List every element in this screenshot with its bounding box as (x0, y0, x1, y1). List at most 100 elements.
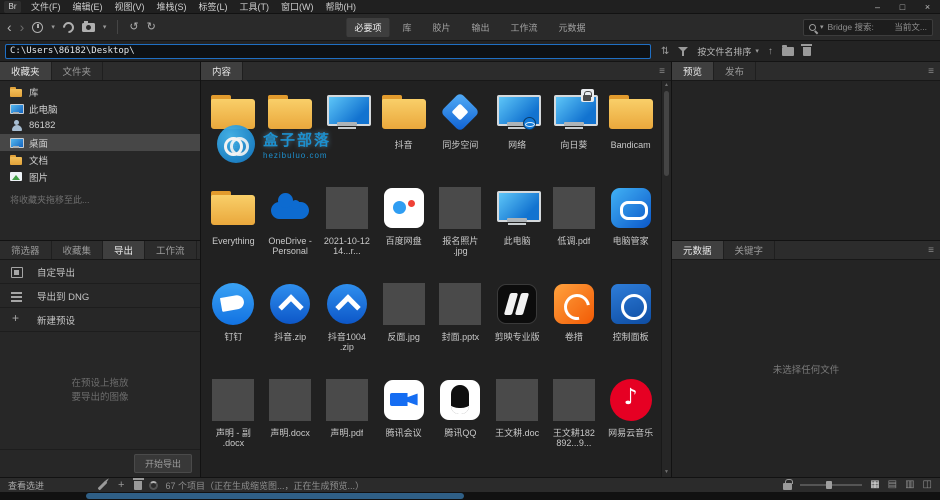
workspace-tab[interactable]: 库 (394, 18, 419, 37)
sort-dropdown[interactable]: 按文件名排序 ▾ (697, 45, 759, 58)
path-input[interactable]: C:\Users\86182\Desktop\ (5, 44, 651, 59)
menu-item[interactable]: 视图(V) (109, 0, 151, 13)
menu-item[interactable]: 工具(T) (234, 0, 276, 13)
trash-icon[interactable] (134, 481, 142, 490)
search-box[interactable]: ▾ Bridge 搜索: 当前文... (803, 19, 933, 36)
search-scope[interactable]: 当前文... (894, 21, 927, 33)
panel-tab[interactable]: 文件夹 (52, 62, 104, 80)
panel-tab[interactable]: 发布 (714, 62, 756, 80)
workspace-tab[interactable]: 工作流 (503, 18, 546, 37)
menu-item[interactable]: 标签(L) (193, 0, 234, 13)
file-item[interactable]: 声明 - 副 .docx (205, 375, 262, 471)
file-item[interactable]: 王文耕182 892...9... (546, 375, 603, 471)
sort-direction-button[interactable]: ↑ (768, 46, 773, 57)
panel-tab[interactable]: 预览 (672, 62, 714, 80)
sidebar-item[interactable]: 库 (0, 83, 200, 100)
workspace-tab[interactable]: 元数据 (551, 18, 594, 37)
menu-item[interactable]: 窗口(W) (275, 0, 320, 13)
file-item[interactable]: 反面.jpg (375, 279, 432, 375)
scroll-up-icon[interactable]: ▲ (662, 81, 671, 90)
file-item[interactable]: 报名照片 .jpg (432, 183, 489, 279)
panel-tab[interactable]: 导出 (103, 241, 145, 259)
sidebar-item[interactable]: 图片 (0, 168, 200, 185)
close-button[interactable]: × (915, 0, 940, 13)
file-item[interactable]: 同步空间 (432, 87, 489, 183)
slider-thumb[interactable] (826, 481, 832, 489)
details-view-icon[interactable]: ▤ (888, 480, 897, 490)
file-item[interactable]: 抖音 (375, 87, 432, 183)
panel-tab[interactable]: 关键字 (724, 241, 776, 259)
workspace-tab[interactable]: 输出 (464, 18, 498, 37)
file-item[interactable]: 网易云音乐 (602, 375, 659, 471)
edit-icon[interactable] (98, 480, 108, 490)
file-item[interactable]: 库 (205, 87, 262, 183)
content-scrollbar[interactable]: ▲ ▼ (661, 81, 671, 477)
grid-view-icon[interactable]: ▦ (870, 480, 879, 490)
file-item[interactable]: 剪映专业版 (489, 279, 546, 375)
file-item[interactable] (262, 87, 319, 183)
file-item[interactable]: 2021-10-12 14...r... (319, 183, 376, 279)
panel-tab[interactable]: 元数据 (672, 241, 724, 259)
sidebar-item[interactable]: 文档 (0, 151, 200, 168)
search-scope-caret-icon[interactable]: ▾ (820, 23, 824, 31)
camera-import-icon[interactable] (82, 23, 95, 32)
sidebar-item[interactable]: 86182 (0, 117, 200, 134)
list-view-icon[interactable]: ▥ (905, 480, 914, 490)
compact-view-icon[interactable]: ◫ (923, 480, 932, 490)
panel-tab[interactable]: 工作流 (145, 241, 197, 259)
menu-item[interactable]: 帮助(H) (320, 0, 363, 13)
sort-ascending-icon[interactable]: ⇅ (661, 46, 669, 57)
maximize-button[interactable]: □ (890, 0, 915, 13)
panel-tab[interactable]: 筛选器 (0, 241, 52, 259)
scroll-down-icon[interactable]: ▼ (662, 468, 671, 477)
delete-icon[interactable] (803, 47, 811, 56)
recent-files-icon[interactable] (32, 22, 43, 33)
file-item[interactable]: 腾讯QQ (432, 375, 489, 471)
panel-tab[interactable]: 收藏集 (52, 241, 104, 259)
export-preset-item[interactable]: 新建预设 (0, 308, 200, 332)
file-item[interactable]: 电脑管家 (602, 183, 659, 279)
file-item[interactable]: 封面.pptx (432, 279, 489, 375)
workspace-tab[interactable]: 必要项 (346, 18, 389, 37)
file-item[interactable]: 向日葵 (546, 87, 603, 183)
menu-item[interactable]: 文件(F) (25, 0, 67, 13)
menu-item[interactable]: 编辑(E) (67, 0, 109, 13)
file-item[interactable]: Everything (205, 183, 262, 279)
export-preset-item[interactable]: 导出到 DNG (0, 284, 200, 308)
file-item[interactable] (319, 87, 376, 183)
file-item[interactable]: 控制面板 (602, 279, 659, 375)
file-item[interactable]: 抖音.zip (262, 279, 319, 375)
minimize-button[interactable]: – (865, 0, 890, 13)
file-item[interactable]: 低调.pdf (546, 183, 603, 279)
export-preset-item[interactable]: 自定导出 (0, 260, 200, 284)
back-button[interactable]: ‹ (7, 20, 12, 34)
panel-menu-icon[interactable]: ≡ (653, 66, 671, 77)
forward-button[interactable]: › (20, 20, 25, 34)
app-icon[interactable]: Br (4, 1, 21, 13)
panel-menu-icon[interactable]: ≡ (922, 66, 940, 77)
scrollbar-thumb[interactable] (664, 91, 669, 176)
file-item[interactable]: 钉钉 (205, 279, 262, 375)
start-export-button[interactable]: 开始导出 (134, 454, 192, 473)
file-item[interactable]: 卷措 (546, 279, 603, 375)
file-item[interactable]: 声明.docx (262, 375, 319, 471)
new-folder-icon[interactable] (782, 47, 794, 56)
file-item[interactable]: 声明.pdf (319, 375, 376, 471)
file-item[interactable]: 百度网盘 (375, 183, 432, 279)
sidebar-item[interactable]: 桌面 (0, 134, 200, 151)
boomerang-icon[interactable] (61, 19, 77, 35)
file-item[interactable]: Bandicam (602, 87, 659, 183)
file-item[interactable]: OneDrive - Personal (262, 183, 319, 279)
filter-icon[interactable] (678, 46, 688, 57)
horizontal-scrollbar[interactable] (0, 492, 940, 500)
file-item[interactable]: 此电脑 (489, 183, 546, 279)
recent-files-caret-icon[interactable]: ▾ (51, 23, 55, 31)
tab-content[interactable]: 内容 (201, 62, 243, 80)
panel-tab[interactable]: 收藏夹 (0, 62, 52, 80)
rotate-right-button[interactable]: ↻ (147, 22, 156, 33)
rotate-left-button[interactable]: ↺ (129, 22, 138, 33)
horizontal-scrollbar-thumb[interactable] (86, 493, 464, 499)
view-options-label[interactable]: 查看选进 (8, 479, 44, 492)
sidebar-item[interactable]: 此电脑 (0, 100, 200, 117)
workspace-tab[interactable]: 胶片 (424, 18, 458, 37)
